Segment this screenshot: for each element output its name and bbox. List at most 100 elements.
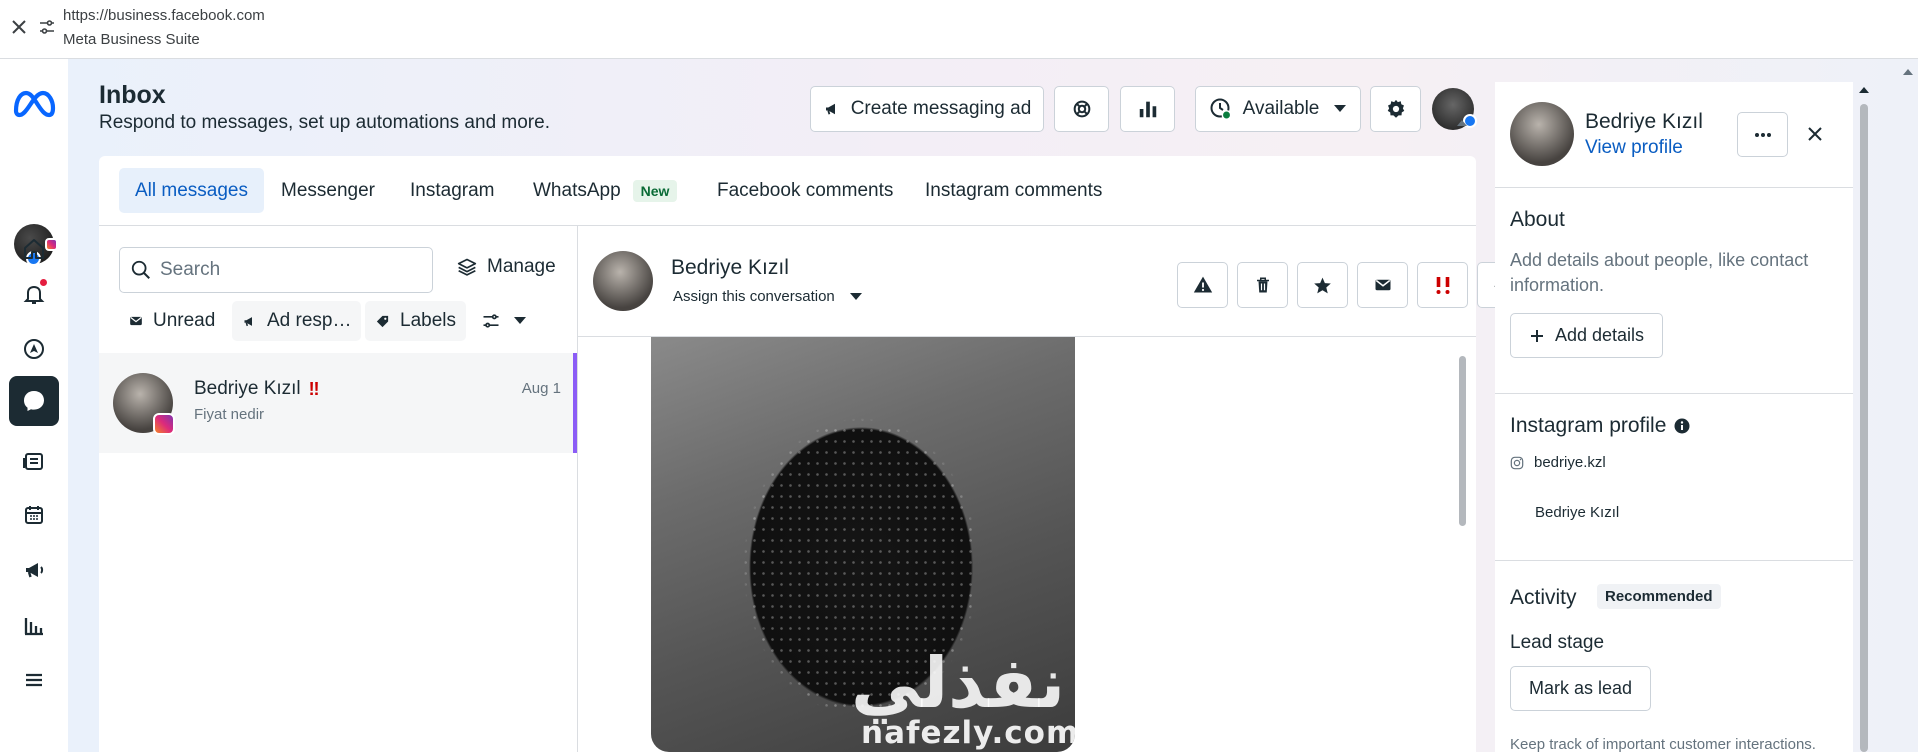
assign-conversation-dropdown[interactable]: Assign this conversation [673,288,863,305]
more-options-button[interactable] [1737,112,1788,157]
plus-icon [1531,329,1543,342]
about-heading: About [1510,208,1565,231]
chat-scrollbar[interactable] [1455,111,1469,526]
chat-contact-name: Bedriye Kızıl [671,256,789,279]
caret-down-icon [849,292,862,300]
home-icon [24,239,44,259]
new-badge: New [632,179,678,202]
site-settings-icon[interactable] [38,18,56,36]
details-scrollbar[interactable] [1856,82,1871,752]
create-messaging-ad-button[interactable]: Create messaging ad [810,86,1044,132]
calendar-icon [25,506,43,524]
tab-all-messages[interactable]: All messages [119,168,264,213]
filter-unread[interactable]: Unread [119,301,226,341]
scroll-thumb[interactable] [1860,104,1868,752]
tab-label: WhatsApp [533,179,621,201]
view-profile-link[interactable]: View profile [1585,137,1683,159]
left-nav [0,59,68,752]
compass-icon [24,339,44,359]
avatar[interactable] [1510,102,1574,166]
tag-icon [376,315,389,327]
report-spam-button[interactable] [1177,262,1228,308]
filter-labels[interactable]: Labels [365,301,466,341]
support-button[interactable] [1054,86,1109,132]
filter-label: Ad resp… [267,310,352,331]
lead-stage-heading: Lead stage [1510,632,1605,653]
more-icon [1754,132,1771,137]
nav-menu[interactable] [9,655,59,705]
instagram-icon [1510,456,1524,469]
nav-home[interactable] [9,224,59,274]
nav-explore[interactable] [9,324,59,374]
watermark-arabic: نفذلي [851,642,1066,724]
activity-footer-text: Keep track of important customer interac… [1510,736,1816,752]
nav-insights[interactable] [9,600,59,650]
delete-button[interactable] [1237,262,1288,308]
tab-messenger[interactable]: Messenger [265,168,391,213]
inbox-tabs: All messages Messenger Instagram WhatsAp… [99,156,1476,226]
insights-button[interactable] [1120,86,1175,132]
filter-label: Labels [400,310,456,331]
list-item[interactable]: Bedriye Kızıl ‼ Fiyat nedir Aug 1 [99,353,577,453]
sliders-icon [483,314,499,328]
url-text[interactable]: https://business.facebook.com [63,7,265,24]
conversation-list: Manage Unread Ad resp… Labels Bedriye Kı… [99,226,578,752]
conversation-date: Aug 1 [521,380,561,397]
mark-unread-button[interactable] [1357,262,1408,308]
envelope-icon [1375,279,1390,291]
add-details-button[interactable]: Add details [1510,313,1664,358]
manage-button[interactable]: Manage [457,256,556,278]
message-thread[interactable]: نفذلي nafezly.com [578,337,1476,752]
search-input[interactable] [160,259,420,281]
watermark-latin: nafezly.com [861,715,1075,751]
tab-whatsapp[interactable]: WhatsApp New [517,168,693,213]
scroll-up-icon[interactable] [1858,86,1870,94]
warning-icon [1193,276,1212,293]
search-box[interactable] [119,247,433,293]
tab-instagram[interactable]: Instagram [394,168,510,213]
page-scrollbar[interactable] [1900,62,1916,752]
close-icon[interactable] [10,18,28,36]
nav-ads[interactable] [9,545,59,595]
inbox-icon [24,391,44,411]
urgent-icon: ‼ [308,378,320,399]
instagram-username-text: bedriye.kzl [1534,454,1606,471]
message-image[interactable]: نفذلي nafezly.com [651,337,1075,752]
scroll-thumb[interactable] [1459,356,1466,526]
mark-as-lead-button[interactable]: Mark as lead [1510,666,1652,711]
megaphone-icon [244,316,252,326]
conversation-preview: Fiyat nedir [194,406,265,423]
recommended-badge: Recommended [1597,584,1721,609]
availability-dropdown[interactable]: Available [1195,86,1361,132]
nav-inbox[interactable] [9,376,59,426]
info-icon[interactable] [1674,418,1690,434]
caret-down-icon [1334,105,1347,112]
instagram-badge-icon [153,413,175,435]
tab-instagram-comments[interactable]: Instagram comments [909,168,1118,213]
filter-options-dropdown[interactable] [475,301,533,341]
tab-facebook-comments[interactable]: Facebook comments [701,168,909,213]
conversation-name: Bedriye Kızıl ‼ [194,378,320,400]
close-icon[interactable] [1806,125,1824,143]
filter-ad-responses[interactable]: Ad resp… [232,301,362,341]
layers-icon [457,258,477,276]
chat-pane: Bedriye Kızıl Assign this conversation ن… [578,226,1525,752]
scroll-up-icon[interactable] [1902,68,1914,76]
nav-planner[interactable] [9,490,59,540]
contact-name: Bedriye Kızıl [1585,110,1703,133]
scroll-up-icon[interactable] [1456,119,1468,127]
avatar[interactable] [593,251,653,311]
star-button[interactable] [1297,262,1348,308]
instagram-username: bedriye.kzl [1510,454,1606,471]
page-title: Inbox [99,81,166,109]
insights-icon [24,618,43,636]
double-exclamation-icon [1436,277,1449,294]
settings-button[interactable] [1370,86,1421,132]
nav-content[interactable] [9,436,59,486]
nav-notifications[interactable] [9,269,59,319]
divider [1495,187,1853,188]
inbox-panel: All messages Messenger Instagram WhatsAp… [99,156,1525,752]
contact-details-panel: Bedriye Kızıl View profile About Add det… [1495,82,1853,752]
tab-label: All messages [135,179,248,201]
meta-logo-icon[interactable] [12,89,56,119]
